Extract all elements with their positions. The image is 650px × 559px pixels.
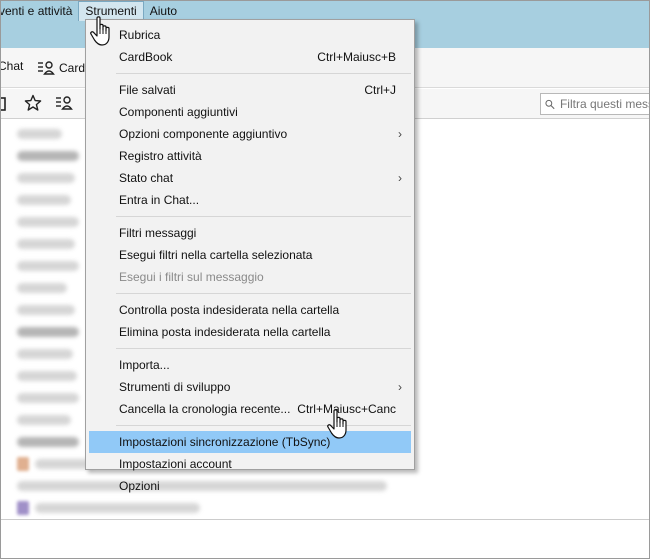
list-item[interactable] bbox=[17, 217, 79, 227]
menu-strumenti[interactable]: Strumenti bbox=[78, 1, 144, 21]
chevron-right-icon: › bbox=[398, 171, 402, 185]
list-item[interactable] bbox=[17, 327, 79, 337]
strumenti-dropdown-menu: Rubrica CardBook Ctrl+Maiusc+B File salvati… bbox=[85, 19, 415, 493]
chat-button-label: Chat bbox=[0, 59, 24, 73]
cardbook-button-label: Card bbox=[59, 61, 86, 75]
menu-separator bbox=[116, 425, 411, 426]
menu-item-componenti-aggiuntivi[interactable]: Componenti aggiuntivi bbox=[86, 101, 414, 123]
menu-item-label: Filtri messaggi bbox=[119, 226, 197, 240]
menu-events[interactable]: venti e attività bbox=[1, 1, 78, 21]
menu-item-label: CardBook bbox=[119, 50, 173, 64]
menu-item-rubrica[interactable]: Rubrica bbox=[86, 24, 414, 46]
list-item[interactable] bbox=[17, 239, 75, 249]
menu-item-label: Registro attività bbox=[119, 149, 202, 163]
search-icon bbox=[545, 99, 555, 109]
menubar: venti e attività Strumenti Aiuto bbox=[1, 1, 649, 21]
list-item[interactable] bbox=[17, 393, 79, 403]
menu-item-label: Controlla posta indesiderata nella carte… bbox=[119, 303, 340, 317]
menu-item-elimina-posta-indesiderata-nella-cartella[interactable]: Elimina posta indesiderata nella cartell… bbox=[86, 321, 414, 343]
menu-item-label: Cancella la cronologia recente... bbox=[119, 402, 291, 416]
search-placeholder: Filtra questi mess bbox=[559, 97, 650, 111]
list-item[interactable] bbox=[17, 349, 73, 359]
menu-item-label: Entra in Chat... bbox=[119, 193, 200, 207]
menu-item-impostazioni-sincronizzazione-tbsync[interactable]: Impostazioni sincronizzazione (TbSync) bbox=[89, 431, 411, 453]
list-item[interactable] bbox=[17, 261, 79, 271]
menu-separator bbox=[116, 348, 411, 349]
list-item[interactable] bbox=[17, 151, 79, 161]
menu-separator bbox=[116, 216, 411, 217]
menu-item-label: Esegui filtri nella cartella selezionata bbox=[119, 248, 313, 262]
menu-item-label: Esegui i filtri sul messaggio bbox=[119, 270, 264, 284]
chevron-right-icon: › bbox=[398, 127, 402, 141]
menu-item-esegui-filtri-nella-cartella-selezionata[interactable]: Esegui filtri nella cartella selezionata bbox=[86, 244, 414, 266]
thunderbird-window: venti e attività Strumenti Aiuto Chat Ca… bbox=[0, 0, 650, 559]
cardbook-button[interactable]: Card bbox=[37, 59, 85, 77]
menu-item-cancella-la-cronologia-recente[interactable]: Cancella la cronologia recente... Ctrl+Ma… bbox=[86, 398, 414, 420]
chat-button[interactable]: Chat bbox=[0, 59, 24, 73]
avatar bbox=[17, 501, 29, 515]
menu-item-label: Impostazioni account bbox=[119, 457, 232, 471]
avatar bbox=[17, 457, 29, 471]
unread-icon[interactable] bbox=[0, 95, 11, 113]
address-book-icon bbox=[38, 61, 55, 75]
menu-item-shortcut: Ctrl+Maiusc+Canc bbox=[297, 402, 396, 416]
menu-item-stato-chat[interactable]: Stato chat › bbox=[86, 167, 414, 189]
list-item[interactable] bbox=[35, 503, 200, 513]
menu-item-controlla-posta-indesiderata-nella-cartella[interactable]: Controlla posta indesiderata nella carte… bbox=[86, 299, 414, 321]
menu-item-label: Componenti aggiuntivi bbox=[119, 105, 238, 119]
menu-item-label: Strumenti di sviluppo bbox=[119, 380, 231, 394]
menu-item-opzioni[interactable]: Opzioni bbox=[86, 475, 414, 497]
menu-item-label: Impostazioni sincronizzazione (TbSync) bbox=[119, 435, 331, 449]
menu-item-registro-attivit[interactable]: Registro attività bbox=[86, 145, 414, 167]
list-item[interactable] bbox=[17, 437, 79, 447]
menu-separator bbox=[116, 73, 411, 74]
menu-item-shortcut: Ctrl+J bbox=[364, 83, 396, 97]
menu-item-opzioni-componente-aggiuntivo[interactable]: Opzioni componente aggiuntivo › bbox=[86, 123, 414, 145]
contact-filter-icon[interactable] bbox=[55, 94, 73, 112]
menu-item-label: Opzioni componente aggiuntivo bbox=[119, 127, 288, 141]
menu-item-strumenti-di-sviluppo[interactable]: Strumenti di sviluppo › bbox=[86, 376, 414, 398]
menu-item-esegui-i-filtri-sul-messaggio: Esegui i filtri sul messaggio bbox=[86, 266, 414, 288]
list-item[interactable] bbox=[17, 195, 71, 205]
list-item[interactable] bbox=[17, 305, 75, 315]
menu-item-label: Rubrica bbox=[119, 28, 161, 42]
menu-item-file-salvati[interactable]: File salvati Ctrl+J bbox=[86, 79, 414, 101]
menu-item-importa[interactable]: Importa... bbox=[86, 354, 414, 376]
pane-divider bbox=[1, 519, 649, 520]
list-item[interactable] bbox=[17, 415, 71, 425]
menu-item-label: Importa... bbox=[119, 358, 170, 372]
list-item[interactable] bbox=[17, 173, 75, 183]
list-item[interactable] bbox=[17, 371, 77, 381]
list-item[interactable] bbox=[17, 283, 67, 293]
menu-item-label: Elimina posta indesiderata nella cartell… bbox=[119, 325, 331, 339]
menu-item-impostazioni-account[interactable]: Impostazioni account bbox=[86, 453, 414, 475]
menu-aiuto[interactable]: Aiuto bbox=[144, 1, 183, 21]
star-icon[interactable] bbox=[24, 94, 42, 112]
menu-item-label: Opzioni bbox=[119, 479, 160, 493]
search-input[interactable]: Filtra questi mess bbox=[540, 93, 650, 115]
menu-separator bbox=[116, 293, 411, 294]
menu-item-label: File salvati bbox=[119, 83, 176, 97]
menu-item-entra-in-chat[interactable]: Entra in Chat... bbox=[86, 189, 414, 211]
menu-item-label: Stato chat bbox=[119, 171, 174, 185]
menu-item-cardbook[interactable]: CardBook Ctrl+Maiusc+B bbox=[86, 46, 414, 68]
chevron-right-icon: › bbox=[398, 380, 402, 394]
menu-item-shortcut: Ctrl+Maiusc+B bbox=[317, 50, 396, 64]
list-item[interactable] bbox=[17, 129, 62, 139]
menu-item-filtri-messaggi[interactable]: Filtri messaggi bbox=[86, 222, 414, 244]
